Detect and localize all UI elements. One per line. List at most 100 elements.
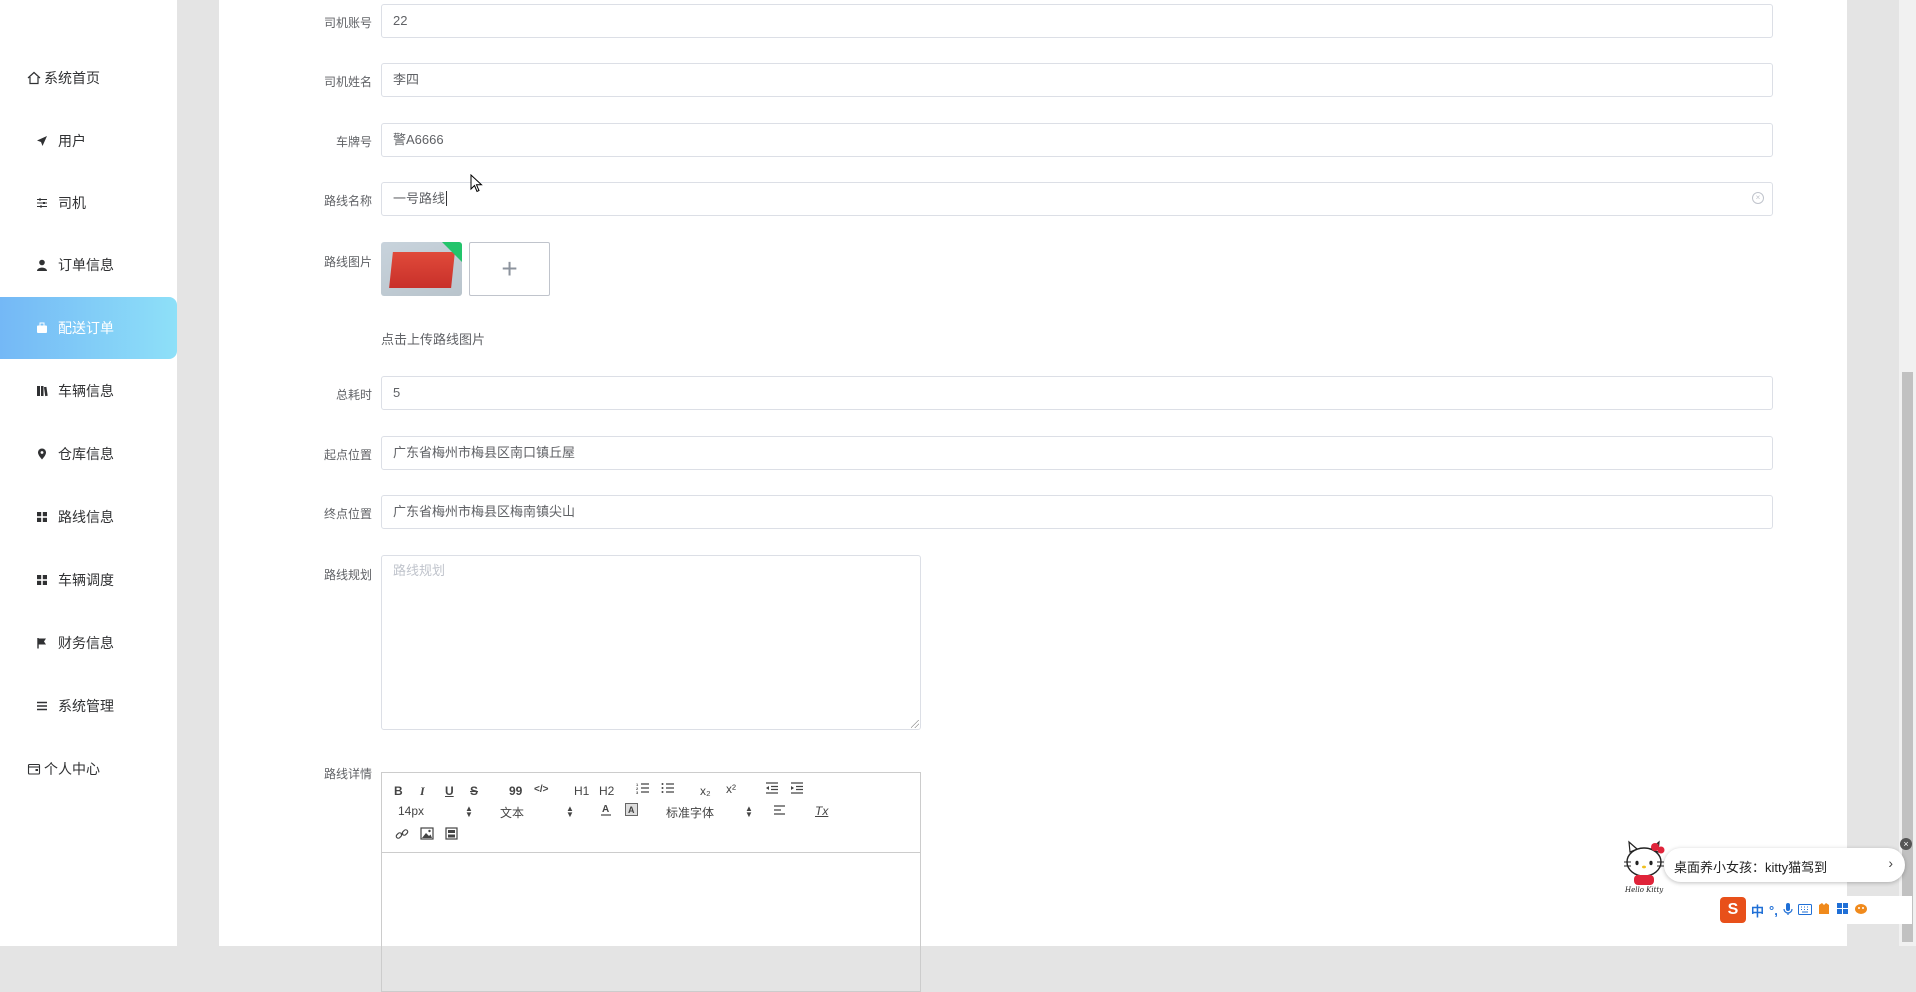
text-color-icon[interactable]: A: [600, 803, 612, 819]
sidebar-item-label: 车辆信息: [58, 383, 114, 399]
keyboard-icon[interactable]: [1797, 903, 1812, 918]
route-image-thumbnail[interactable]: [381, 242, 462, 296]
driver-account-field[interactable]: 22: [381, 4, 1773, 38]
list-icon: [34, 698, 50, 714]
editor-content-area[interactable]: [382, 853, 920, 991]
subscript-button[interactable]: x₂: [700, 784, 711, 798]
align-icon[interactable]: [773, 805, 786, 819]
blockquote-button[interactable]: 99: [509, 784, 522, 798]
sidebar-item-finance[interactable]: 财务信息: [0, 612, 177, 674]
sidebar-item-home[interactable]: 系统首页: [0, 47, 177, 109]
sidebar-item-dispatch[interactable]: 车辆调度: [0, 549, 177, 611]
font-size-select[interactable]: 14px ▲ ▼: [398, 804, 473, 819]
field-label: 司机账号: [323, 16, 372, 30]
briefcase-icon: [34, 320, 50, 336]
book-icon: [34, 383, 50, 399]
toolbox-grid-icon[interactable]: [1836, 902, 1849, 918]
sidebar-item-label: 路线信息: [58, 509, 114, 525]
field-label: 起点位置: [323, 448, 372, 462]
chevron-right-icon[interactable]: ›: [1888, 855, 1893, 871]
upload-add-button[interactable]: +: [469, 242, 550, 296]
svg-text:Hello Kitty: Hello Kitty: [1624, 886, 1664, 894]
sidebar-item-label: 配送订单: [58, 320, 114, 336]
video-icon[interactable]: [445, 827, 458, 843]
clean-format-button[interactable]: Tx: [815, 804, 828, 818]
sidebar-item-system[interactable]: 系统管理: [0, 675, 177, 737]
textarea-placeholder: 路线规划: [393, 563, 446, 578]
page-scrollbar[interactable]: [1899, 0, 1916, 946]
clear-icon[interactable]: ×: [1752, 192, 1764, 204]
svg-text:A: A: [602, 804, 609, 815]
italic-button[interactable]: I: [420, 784, 425, 799]
hello-kitty-avatar-icon: Hello Kitty: [1620, 838, 1668, 894]
sliders-icon: [34, 195, 50, 211]
mouse-cursor-icon: [470, 174, 483, 193]
header-select[interactable]: 文本 ▲ ▼: [500, 804, 574, 821]
route-name-value: 一号路线: [393, 191, 446, 206]
end-location-field[interactable]: 广东省梅州市梅县区梅南镇尖山: [381, 495, 1773, 529]
sidebar-item-label: 系统管理: [58, 698, 114, 714]
ime-notification-text: 桌面养小女孩：kitty猫驾到: [1674, 860, 1828, 875]
ordered-list-icon[interactable]: 123: [636, 782, 650, 797]
microphone-icon[interactable]: [1783, 902, 1793, 919]
sidebar-item-routes[interactable]: 路线信息: [0, 486, 177, 548]
home-icon: [26, 70, 42, 86]
field-label: 路线规划: [323, 568, 372, 582]
font-size-value: 14px: [398, 804, 425, 818]
background-color-icon[interactable]: A: [625, 803, 638, 819]
map-pin-icon: [34, 446, 50, 462]
sidebar-item-delivery-orders[interactable]: 配送订单: [0, 297, 177, 359]
close-icon[interactable]: ×: [1900, 838, 1912, 850]
sidebar-item-label: 仓库信息: [58, 446, 114, 462]
sidebar-item-label: 财务信息: [58, 635, 114, 651]
bold-button[interactable]: B: [394, 784, 403, 798]
outdent-icon[interactable]: [765, 782, 779, 797]
scrollbar-thumb[interactable]: [1902, 372, 1913, 942]
sidebar-item-user[interactable]: 用户: [0, 110, 177, 172]
font-family-select[interactable]: 标准字体 ▲ ▼: [666, 804, 753, 821]
route-name-input[interactable]: 一号路线​ ×: [381, 182, 1773, 216]
h1-button[interactable]: H1: [574, 784, 589, 798]
sidebar-item-vehicles[interactable]: 车辆信息: [0, 360, 177, 422]
field-label: 路线详情: [323, 767, 372, 781]
sogou-logo-icon[interactable]: S: [1720, 897, 1746, 923]
resize-handle[interactable]: [911, 720, 919, 728]
plate-number-field[interactable]: 警A6666: [381, 123, 1773, 157]
sidebar-item-label: 司机: [58, 195, 86, 211]
strike-button[interactable]: S: [470, 784, 478, 798]
sidebar-item-orders[interactable]: 订单信息: [0, 234, 177, 296]
field-label: 终点位置: [323, 507, 372, 521]
select-arrows-icon: ▲ ▼: [745, 804, 753, 819]
field-label: 路线名称: [323, 194, 372, 208]
start-location-field[interactable]: 广东省梅州市梅县区南口镇丘屋: [381, 436, 1773, 470]
superscript-button[interactable]: x²: [726, 782, 736, 796]
font-family-value: 标准字体: [666, 806, 715, 820]
sidebar-item-label: 车辆调度: [58, 572, 114, 588]
field-label: 总耗时: [335, 388, 372, 402]
sidebar-item-profile[interactable]: 个人中心: [0, 738, 177, 800]
total-time-field[interactable]: 5: [381, 376, 1773, 410]
bullet-list-icon[interactable]: [661, 782, 675, 797]
mascot-icon[interactable]: [1854, 903, 1868, 918]
driver-name-field[interactable]: 李四: [381, 63, 1773, 97]
ime-notification[interactable]: 桌面养小女孩：kitty猫驾到 ›: [1664, 848, 1905, 882]
code-button[interactable]: </>: [534, 784, 548, 795]
sidebar: 系统首页 用户 司机 订单信息 配送订单 车辆信息 仓库信息 路线信息 车辆调度…: [0, 0, 177, 946]
underline-button[interactable]: U: [445, 784, 454, 798]
text-caret: ​: [446, 191, 448, 206]
skin-icon[interactable]: [1817, 902, 1831, 919]
indent-icon[interactable]: [790, 782, 804, 797]
ime-language-toggle[interactable]: 中: [1751, 901, 1764, 920]
sidebar-item-warehouse[interactable]: 仓库信息: [0, 423, 177, 485]
route-plan-textarea[interactable]: 路线规划: [381, 555, 921, 730]
ime-punctuation-toggle[interactable]: °,: [1769, 903, 1778, 918]
svg-text:3: 3: [636, 790, 639, 794]
field-label: 司机姓名: [323, 75, 372, 89]
sidebar-item-driver[interactable]: 司机: [0, 172, 177, 234]
link-icon[interactable]: [395, 827, 409, 844]
image-icon[interactable]: [420, 827, 434, 843]
h2-button[interactable]: H2: [599, 784, 614, 798]
sidebar-item-label: 用户: [58, 133, 86, 149]
sidebar-item-label: 系统首页: [44, 70, 100, 86]
svg-text:A: A: [628, 805, 635, 815]
